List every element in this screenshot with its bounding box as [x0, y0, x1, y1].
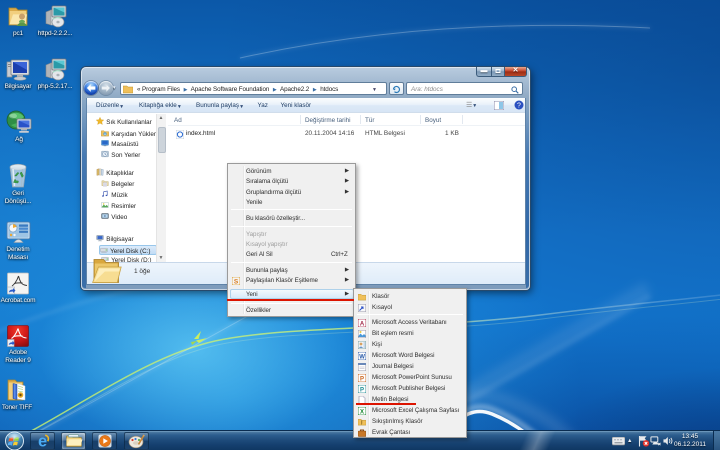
- svg-text:?: ?: [517, 103, 521, 110]
- svg-text:X: X: [360, 410, 364, 416]
- svg-text:S: S: [234, 279, 239, 286]
- svg-text:W: W: [359, 355, 365, 361]
- svg-text:A: A: [360, 322, 365, 328]
- svg-text:P: P: [360, 377, 364, 383]
- svg-text:P: P: [360, 388, 364, 394]
